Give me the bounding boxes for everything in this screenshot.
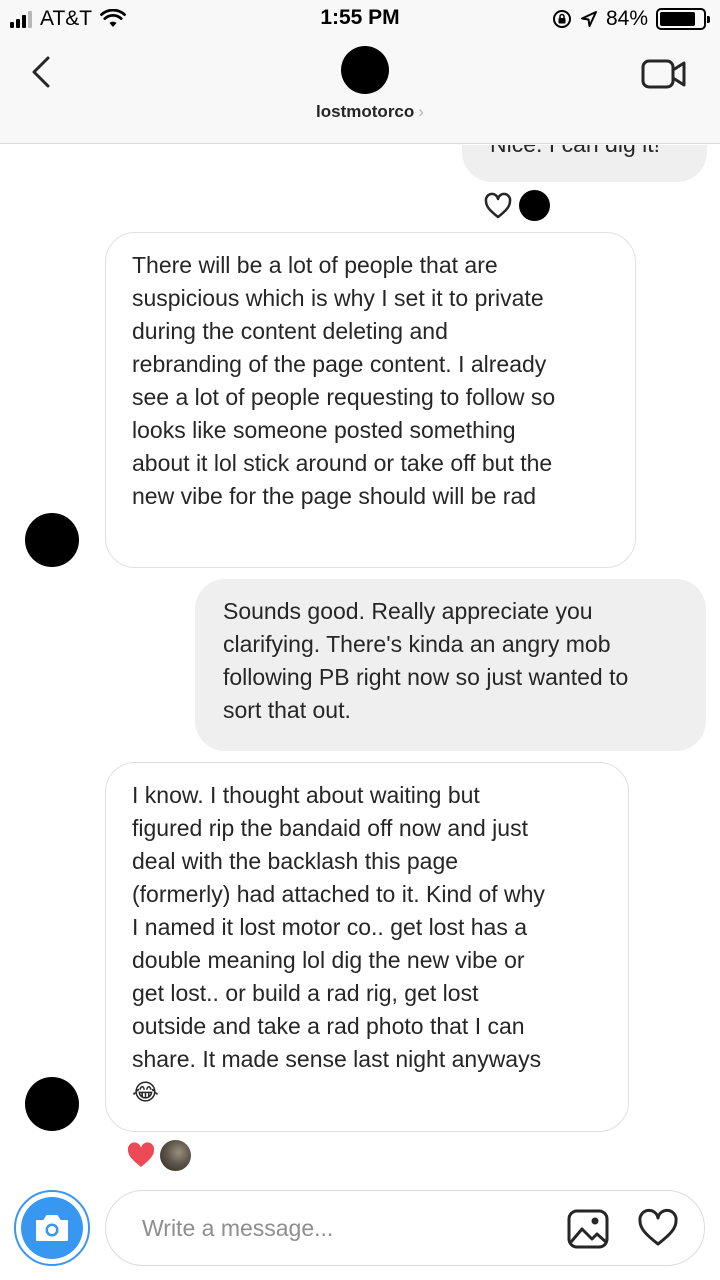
sender-avatar[interactable] (25, 513, 79, 567)
message-line: during the content deleting and (132, 318, 448, 344)
camera-button[interactable] (14, 1190, 90, 1266)
message-line: Sounds good. Really appreciate you (223, 598, 593, 624)
status-right: 84% (552, 6, 710, 32)
battery-icon (656, 8, 710, 30)
sender-avatar[interactable] (25, 1077, 79, 1131)
heart-filled-icon[interactable] (125, 1140, 157, 1170)
message-line: share. It made sense last night anyways (132, 1046, 542, 1072)
battery-percent: 84% (605, 7, 648, 30)
message-line: sort that out. (223, 697, 351, 723)
video-call-icon[interactable] (640, 54, 688, 94)
message-line: suspicious which is why I set it to priv… (132, 285, 544, 311)
message-bubble-received[interactable]: There will be a lot of people that are s… (105, 232, 636, 568)
message-line: (formerly) had attached to it. Kind of w… (132, 881, 545, 907)
back-chevron-icon[interactable] (22, 52, 62, 92)
message-line: get lost.. or build a rad rig, get lost (132, 980, 479, 1006)
message-input[interactable] (105, 1190, 705, 1266)
heart-outline-icon[interactable] (483, 192, 513, 220)
message-line: looks like someone posted something (132, 417, 516, 443)
message-line: new vibe for the page should will be rad (132, 483, 537, 509)
message-line: following PB right now so just wanted to (223, 664, 629, 690)
message-bubble-received[interactable]: I know. I thought about waiting but figu… (105, 762, 629, 1132)
message-line: deal with the backlash this page (132, 848, 459, 874)
location-icon (580, 11, 597, 27)
message-line: outside and take a rad photo that I can (132, 1013, 525, 1039)
profile-avatar[interactable] (341, 46, 389, 94)
camera-icon (21, 1197, 83, 1259)
message-line: Nice. I can dig it! (490, 145, 683, 161)
message-line: rebranding of the page content. I alread… (132, 351, 547, 377)
message-line: clarifying. There's kinda an angry mob (223, 631, 611, 657)
message-line: There will be a lot of people that are (132, 252, 498, 278)
chat-header: lostmotorco › (0, 40, 720, 144)
profile-username[interactable]: lostmotorco › (0, 102, 720, 122)
composer (0, 1180, 720, 1280)
battery-fill (660, 12, 696, 26)
message-bubble-sent[interactable]: Nice. I can dig it! (462, 145, 707, 182)
message-line: see a lot of people requesting to follow… (132, 384, 556, 410)
username-text: lostmotorco (316, 102, 415, 121)
message-line: double meaning lol dig the new vibe or (132, 947, 525, 973)
orientation-lock-icon (552, 10, 571, 28)
message-thread[interactable]: Nice. I can dig it! There will be a lot … (0, 145, 720, 1180)
message-line: about it lol stick around or take off bu… (132, 450, 553, 476)
heart-outline-icon[interactable] (636, 1208, 680, 1248)
message-line: I know. I thought about waiting but (132, 782, 480, 808)
message-bubble-sent[interactable]: Sounds good. Really appreciate you clari… (195, 579, 706, 751)
message-line: I named it lost motor co.. get lost has … (132, 914, 528, 940)
reactor-avatar (519, 190, 550, 221)
emoji-laughing: 😂 (132, 1079, 159, 1105)
reactor-avatar (160, 1140, 191, 1171)
message-line: figured rip the bandaid off now and just (132, 815, 528, 841)
gallery-icon[interactable] (566, 1208, 610, 1250)
status-bar: AT&T 1:55 PM 84% (0, 0, 720, 40)
chevron-right-icon: › (418, 102, 424, 121)
